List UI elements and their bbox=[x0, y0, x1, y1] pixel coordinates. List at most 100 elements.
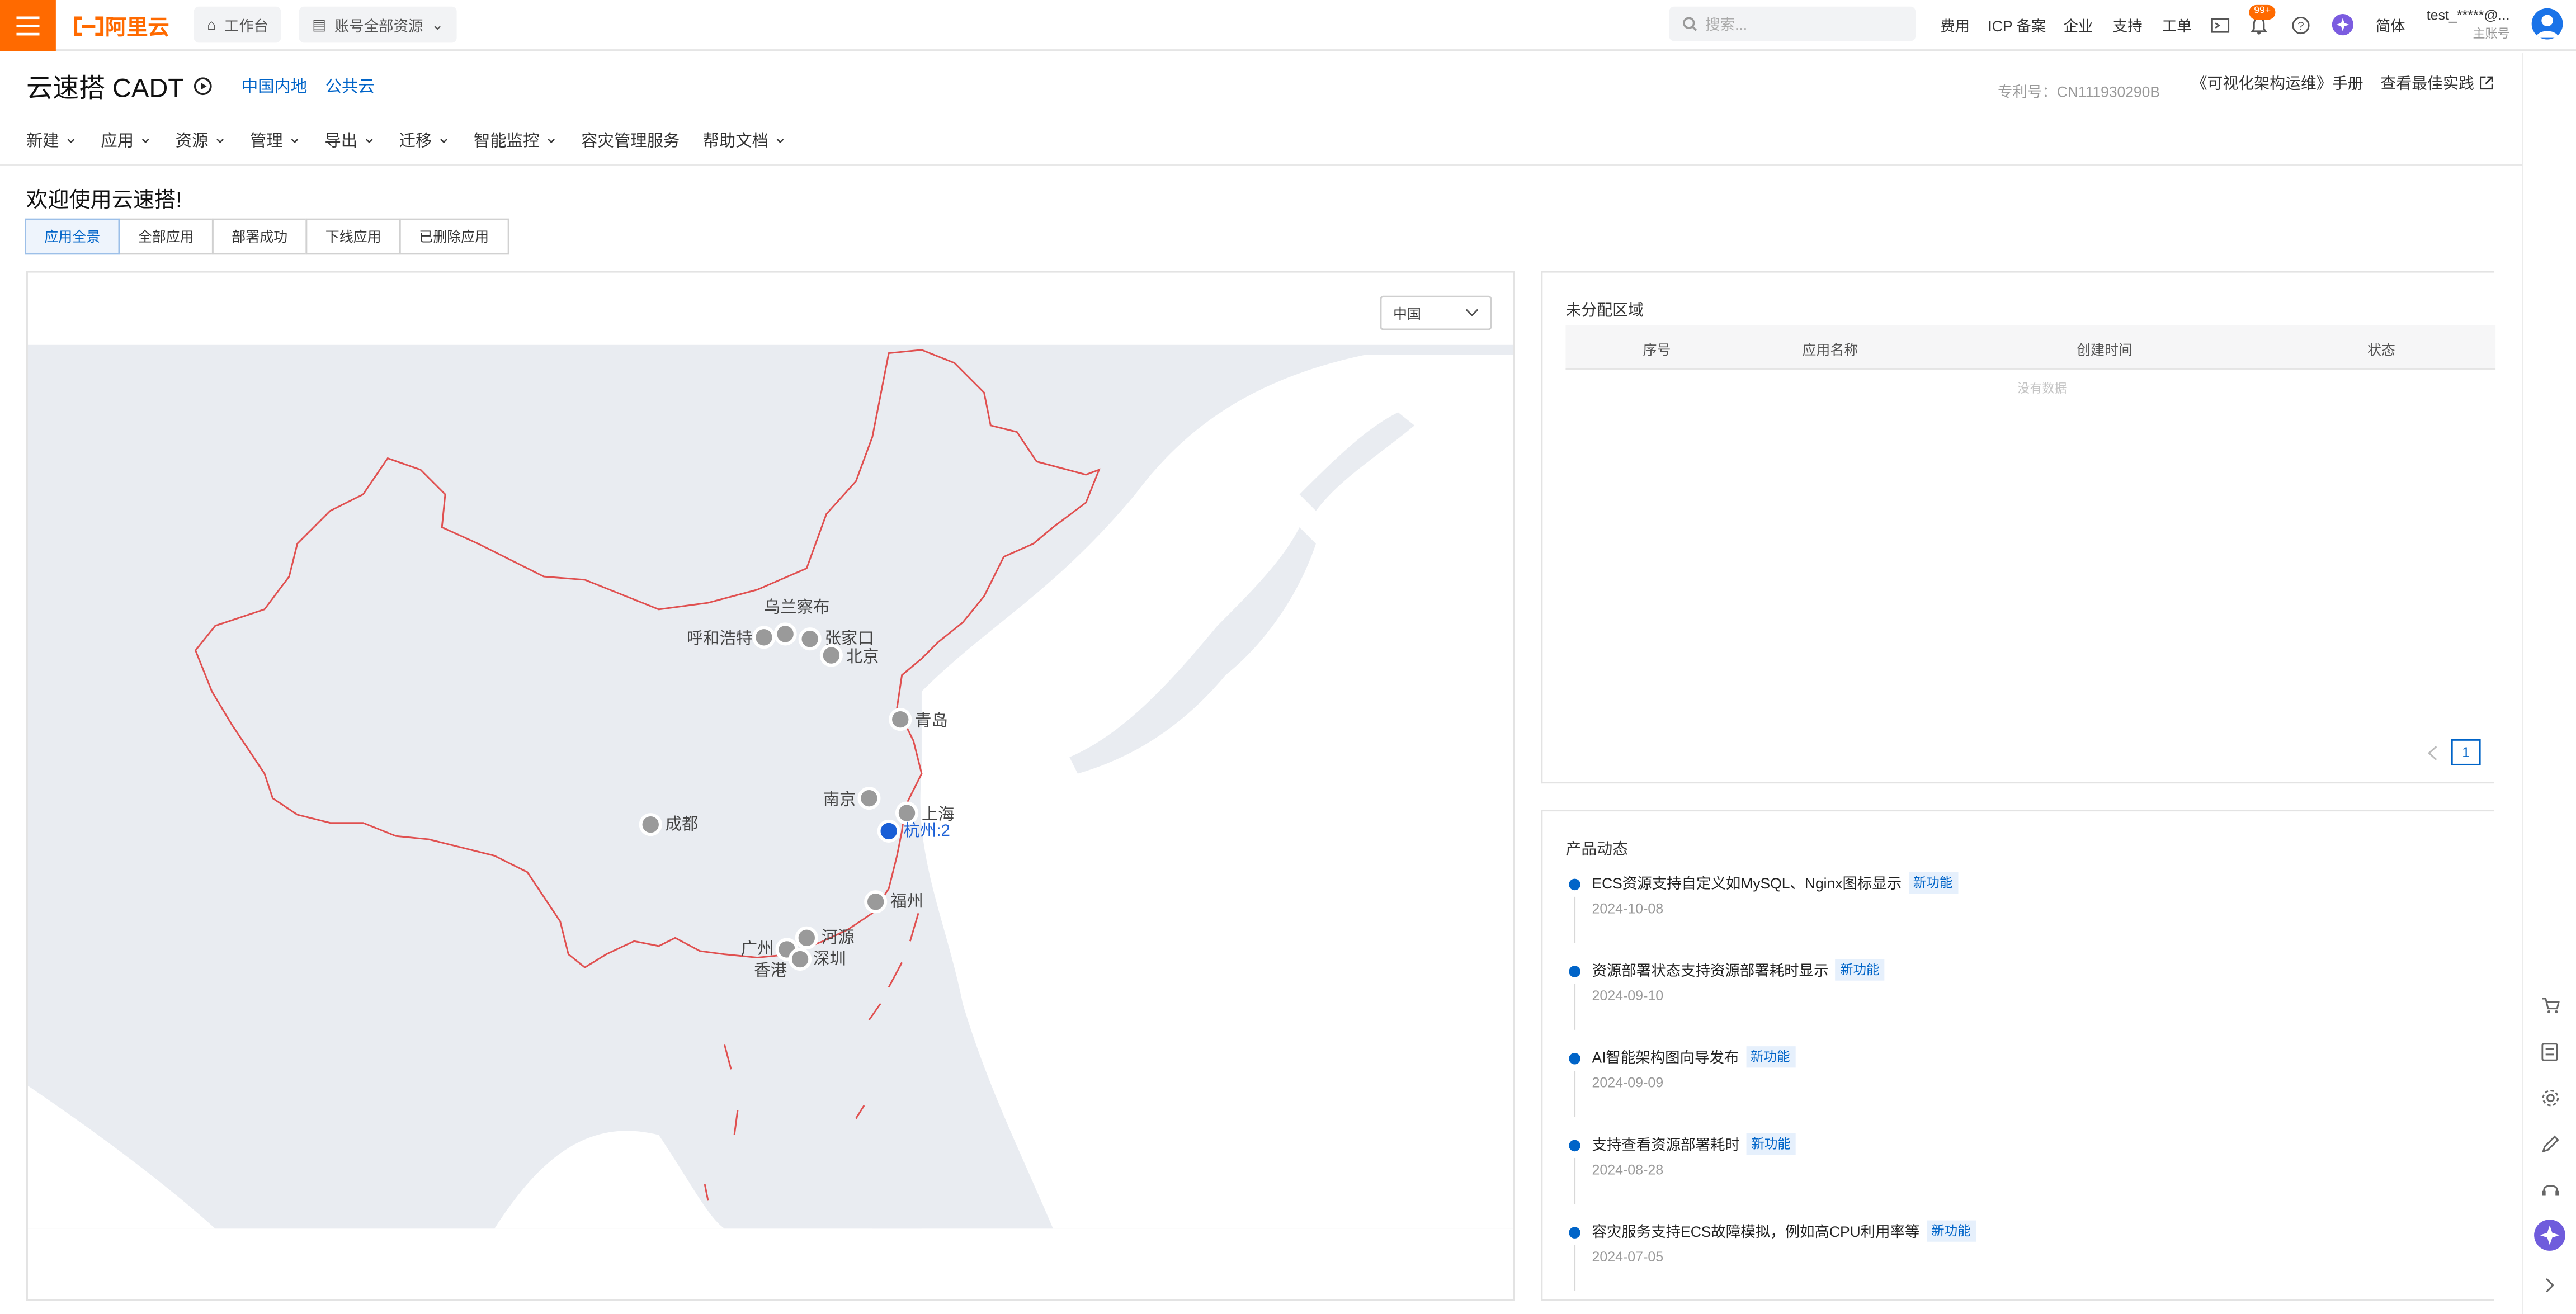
app-filter-tabs: 应用全景 全部应用 部署成功 下线应用 已删除应用 bbox=[25, 218, 509, 255]
user-role: 主账号 bbox=[2473, 26, 2510, 41]
news-text: 支持查看资源部署耗时 bbox=[1592, 1136, 1740, 1154]
news-date: 2024-08-28 bbox=[1592, 1161, 1664, 1178]
city-label-fuzhou: 福州 bbox=[890, 892, 923, 911]
region-china-mainland-link[interactable]: 中国内地 bbox=[242, 72, 308, 97]
search-icon bbox=[1683, 17, 1697, 31]
page-title: 云速搭 CADT bbox=[26, 66, 212, 106]
workbench-button[interactable]: ⌂ 工作台 bbox=[194, 6, 282, 43]
city-label-shanghai: 上海 bbox=[922, 805, 955, 824]
new-feature-badge: 新功能 bbox=[1746, 1133, 1796, 1155]
billing-link[interactable]: 费用 bbox=[1940, 15, 1970, 36]
city-marker-zhangjiakou[interactable] bbox=[798, 627, 822, 651]
city-label-hohhot: 呼和浩特 bbox=[687, 630, 752, 648]
ai-assistant-float-icon[interactable] bbox=[2533, 1219, 2566, 1252]
city-marker-qingdao[interactable] bbox=[889, 708, 912, 731]
city-marker-fuzhou[interactable] bbox=[864, 890, 888, 914]
city-marker-shanghai[interactable] bbox=[895, 801, 919, 825]
chevron-down-icon: ⌄ bbox=[287, 130, 302, 148]
timeline-line bbox=[1574, 1071, 1576, 1117]
timeline-line bbox=[1574, 1157, 1576, 1204]
news-text: 资源部署状态支持资源部署耗时显示 bbox=[1592, 962, 1829, 979]
nav-application[interactable]: 应用 ⌄ bbox=[101, 126, 152, 151]
icp-link[interactable]: ICP 备案 bbox=[1988, 15, 2046, 36]
city-marker-heyuan[interactable] bbox=[795, 926, 818, 949]
news-title: 产品动态 bbox=[1565, 841, 1629, 859]
global-search-input[interactable]: 搜索... bbox=[1669, 6, 1916, 41]
nav-label: 帮助文档 bbox=[702, 133, 768, 152]
nav-manage[interactable]: 管理 ⌄ bbox=[250, 126, 301, 151]
region-map[interactable]: 乌兰察布 呼和浩特 张家口 北京 青岛 南京 上海 杭州:2 成都 福州 河源 … bbox=[27, 273, 1515, 1301]
svg-text:?: ? bbox=[2297, 18, 2303, 31]
city-label-shenzhen: 深圳 bbox=[813, 949, 846, 968]
nav-migrate[interactable]: 迁移 ⌄ bbox=[399, 126, 451, 151]
timeline-dot bbox=[1569, 966, 1580, 977]
city-marker-nanjing[interactable] bbox=[857, 787, 881, 810]
help-icon[interactable]: ? bbox=[2287, 12, 2313, 38]
nav-new[interactable]: 新建 ⌄ bbox=[26, 126, 78, 151]
cart-icon[interactable] bbox=[2537, 992, 2563, 1018]
tab-deployed[interactable]: 部署成功 bbox=[212, 218, 308, 255]
home-icon: ⌂ bbox=[207, 16, 216, 33]
timeline-line bbox=[1574, 1245, 1576, 1291]
city-label-heyuan: 河源 bbox=[822, 928, 855, 947]
tab-all-apps[interactable]: 全部应用 bbox=[118, 218, 214, 255]
resource-scope-label: 账号全部资源 bbox=[334, 17, 423, 34]
play-video-icon[interactable] bbox=[194, 76, 212, 94]
language-switch[interactable]: 简体 bbox=[2376, 15, 2405, 36]
page-number-button[interactable]: 1 bbox=[2451, 739, 2481, 765]
chevron-down-icon: ⌄ bbox=[437, 130, 451, 148]
new-feature-badge: 新功能 bbox=[1908, 872, 1958, 894]
tab-offline[interactable]: 下线应用 bbox=[305, 218, 401, 255]
empty-state-text: 没有数据 bbox=[2017, 381, 2067, 396]
chevron-down-icon: ⌄ bbox=[544, 130, 558, 148]
ai-assistant-icon[interactable] bbox=[2329, 12, 2356, 38]
user-name: test_*****@... bbox=[2426, 6, 2510, 23]
manual-link[interactable]: 《可视化架构运维》手册 bbox=[2192, 70, 2363, 93]
hamburger-menu-button[interactable] bbox=[0, 0, 56, 51]
aliyun-logo-icon bbox=[74, 15, 104, 36]
console-page: 阿里云 ⌂ 工作台 ▤ 账号全部资源 ⌄ 搜索... 费用 ICP 备案 企业 … bbox=[0, 0, 2576, 1314]
nav-label: 应用 bbox=[101, 133, 134, 152]
city-marker-shenzhen[interactable] bbox=[789, 947, 812, 971]
chevron-right-icon[interactable] bbox=[2537, 1272, 2563, 1298]
edit-pen-icon[interactable] bbox=[2537, 1130, 2563, 1156]
tab-app-overview[interactable]: 应用全景 bbox=[25, 218, 120, 255]
logo-text: 阿里云 bbox=[105, 15, 169, 40]
customer-service-icon[interactable] bbox=[2537, 1176, 2563, 1202]
user-account-menu[interactable]: test_*****@... 主账号 bbox=[2427, 7, 2510, 43]
nav-resource[interactable]: 资源 ⌄ bbox=[176, 126, 227, 151]
nav-disaster-recovery[interactable]: 容灾管理服务 bbox=[581, 126, 680, 151]
ticket-link[interactable]: 工单 bbox=[2162, 15, 2192, 36]
nav-smart-monitor[interactable]: 智能监控 ⌄ bbox=[474, 126, 558, 151]
chevron-down-icon: ⌄ bbox=[431, 15, 444, 32]
settings-gear-icon[interactable] bbox=[2537, 1084, 2563, 1110]
avatar[interactable] bbox=[2531, 8, 2563, 40]
region-select-value: 中国 bbox=[1393, 304, 1421, 322]
chevron-down-icon: ⌄ bbox=[213, 130, 227, 148]
app-map-panel: 乌兰察布 呼和浩特 张家口 北京 青岛 南京 上海 杭州:2 成都 福州 河源 … bbox=[26, 271, 1515, 1301]
tab-deleted[interactable]: 已删除应用 bbox=[399, 218, 509, 255]
calculator-icon[interactable] bbox=[2537, 1038, 2563, 1065]
city-marker-hangzhou[interactable] bbox=[877, 819, 900, 843]
city-marker-beijing[interactable] bbox=[819, 644, 843, 667]
nav-help-docs[interactable]: 帮助文档 ⌄ bbox=[702, 126, 787, 151]
city-marker-ulanqab[interactable] bbox=[773, 622, 797, 646]
enterprise-link[interactable]: 企业 bbox=[2064, 15, 2093, 36]
support-link[interactable]: 支持 bbox=[2113, 15, 2143, 36]
nav-label: 导出 bbox=[324, 133, 358, 152]
chevron-down-icon: ⌄ bbox=[773, 130, 787, 148]
nav-export[interactable]: 导出 ⌄ bbox=[324, 126, 376, 151]
aliyun-logo[interactable]: 阿里云 bbox=[72, 12, 169, 40]
city-marker-hohhot[interactable] bbox=[752, 626, 776, 649]
resource-scope-dropdown[interactable]: ▤ 账号全部资源 ⌄ bbox=[299, 6, 457, 43]
table-header: 序号 应用名称 创建时间 状态 bbox=[1565, 325, 2496, 370]
region-public-cloud-link[interactable]: 公共云 bbox=[325, 72, 375, 97]
cloud-shell-icon[interactable] bbox=[2206, 12, 2233, 38]
best-practice-link[interactable]: 查看最佳实践 bbox=[2380, 70, 2493, 93]
map-region-select[interactable]: 中国 bbox=[1380, 295, 1492, 330]
new-feature-badge: 新功能 bbox=[1835, 959, 1885, 981]
city-marker-chengdu[interactable] bbox=[639, 813, 662, 836]
city-label-chengdu: 成都 bbox=[666, 815, 699, 833]
product-news-panel: 产品动态 ECS资源支持自定义如MySQL、Nginx图标显示 新功能 2024-… bbox=[1541, 810, 2494, 1301]
chevron-left-icon[interactable] bbox=[2427, 745, 2438, 760]
